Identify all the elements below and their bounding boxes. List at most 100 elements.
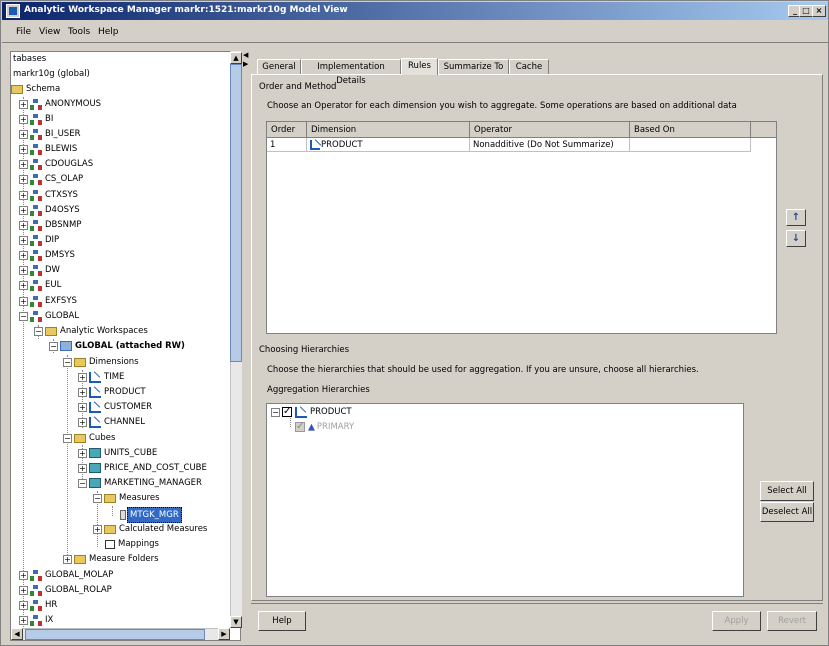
column-header-order[interactable]: Order: [267, 122, 307, 138]
tab-summarize-to[interactable]: Summarize To: [438, 59, 509, 74]
column-header-dimension[interactable]: Dimension: [307, 122, 470, 138]
scroll-down-icon[interactable]: ▼: [230, 616, 242, 628]
tree-item-schema-d4osys[interactable]: + D4OSYS: [19, 203, 82, 217]
tree-item-schema-hr[interactable]: + HR: [19, 598, 59, 612]
tree-item-schema-ix[interactable]: + IX: [19, 613, 55, 627]
menu-view[interactable]: View: [39, 27, 60, 37]
tree-item-dimension-channel[interactable]: + CHANNEL: [78, 415, 147, 429]
select-all-button[interactable]: Select All: [760, 481, 814, 501]
tree-item-databases[interactable]: tabases: [11, 52, 48, 66]
tree-item-schema-dmsys[interactable]: + DMSYS: [19, 248, 77, 262]
tree-item-calculated-measures[interactable]: + Calculated Measures: [93, 522, 209, 536]
expand-icon[interactable]: +: [19, 220, 28, 230]
expand-icon[interactable]: +: [19, 129, 28, 139]
title-bar[interactable]: Analytic Workspace Manager markr:1521:ma…: [2, 2, 828, 20]
rule-based-on-cell[interactable]: [630, 138, 751, 152]
expand-icon[interactable]: +: [19, 585, 28, 595]
collapse-icon[interactable]: −: [63, 433, 72, 443]
panel-splitter[interactable]: ◀ ▶: [243, 51, 249, 641]
tree-item-schema-anonymous[interactable]: + ANONYMOUS: [19, 97, 103, 111]
tree-item-schema-exfsys[interactable]: + EXFSYS: [19, 294, 79, 308]
tree-item-measure-folders[interactable]: + Measure Folders: [63, 552, 161, 566]
expand-icon[interactable]: +: [78, 417, 87, 427]
collapse-icon[interactable]: −: [34, 326, 43, 336]
tree-item-connection[interactable]: markr10g (global): [11, 67, 92, 81]
expand-icon[interactable]: +: [19, 159, 28, 169]
tree-item-cube-price-and-cost[interactable]: + PRICE_AND_COST_CUBE: [78, 461, 209, 475]
tree-item-schema-cs-olap[interactable]: + CS_OLAP: [19, 172, 85, 186]
expand-icon[interactable]: +: [19, 296, 28, 306]
hierarchy-dimension-product[interactable]: −PRODUCT: [271, 405, 354, 419]
expand-icon[interactable]: +: [78, 372, 87, 382]
column-header-operator[interactable]: Operator: [470, 122, 630, 138]
hierarchy-primary[interactable]: ▲PRIMARY: [295, 420, 356, 434]
tree-item-measure-mtgk-mgr[interactable]: MTGK_MGR: [120, 507, 182, 523]
tree-vertical-scroll-thumb[interactable]: [230, 64, 242, 362]
expand-icon[interactable]: +: [19, 174, 28, 184]
tree-item-schema-bi-user[interactable]: + BI_USER: [19, 127, 82, 141]
expand-icon[interactable]: +: [78, 402, 87, 412]
collapse-icon[interactable]: −: [19, 311, 28, 321]
collapse-icon[interactable]: −: [93, 493, 102, 503]
tree-item-cube-marketing-manager[interactable]: − MARKETING_MANAGER: [78, 476, 204, 490]
expand-icon[interactable]: +: [19, 265, 28, 275]
expand-icon[interactable]: +: [63, 554, 72, 564]
tab-cache[interactable]: Cache: [509, 59, 549, 74]
scroll-left-icon[interactable]: ◀: [11, 628, 23, 640]
scroll-up-icon[interactable]: ▲: [230, 52, 242, 64]
tree-item-schema-dbsnmp[interactable]: + DBSNMP: [19, 218, 83, 232]
expand-icon[interactable]: +: [19, 570, 28, 580]
primary-checkbox[interactable]: [295, 420, 305, 434]
maximize-button[interactable]: □: [799, 5, 813, 17]
tree-item-cubes[interactable]: − Cubes: [63, 431, 117, 445]
tree-item-mappings[interactable]: Mappings: [105, 537, 161, 551]
revert-button[interactable]: Revert: [767, 611, 817, 631]
expand-icon[interactable]: +: [19, 280, 28, 290]
expand-icon[interactable]: +: [19, 235, 28, 245]
tree-item-dimension-customer[interactable]: + CUSTOMER: [78, 400, 154, 414]
collapse-icon[interactable]: −: [49, 341, 58, 351]
collapse-icon[interactable]: −: [271, 407, 280, 417]
tree-item-analytic-workspaces[interactable]: − Analytic Workspaces: [34, 324, 150, 338]
menu-help[interactable]: Help: [98, 27, 119, 37]
tab-general[interactable]: General: [257, 59, 301, 74]
expand-icon[interactable]: +: [19, 190, 28, 200]
expand-icon[interactable]: +: [78, 387, 87, 397]
rule-dimension-cell[interactable]: PRODUCT: [307, 138, 470, 152]
rule-order-cell[interactable]: 1: [267, 138, 307, 152]
rules-table[interactable]: [266, 121, 777, 334]
tree-item-schema-blewis[interactable]: + BLEWIS: [19, 142, 79, 156]
expand-icon[interactable]: +: [19, 114, 28, 124]
menu-file[interactable]: File: [16, 27, 31, 37]
tree-item-schema-global[interactable]: − GLOBAL: [19, 309, 81, 323]
expand-right-icon[interactable]: ▶: [243, 60, 248, 68]
expand-icon[interactable]: +: [19, 144, 28, 154]
apply-button[interactable]: Apply: [712, 611, 761, 631]
tree-item-schema-dip[interactable]: + DIP: [19, 233, 61, 247]
expand-icon[interactable]: +: [19, 600, 28, 610]
expand-icon[interactable]: +: [19, 250, 28, 260]
expand-icon[interactable]: +: [78, 463, 87, 473]
expand-icon[interactable]: +: [19, 205, 28, 215]
menu-tools[interactable]: Tools: [68, 27, 90, 37]
collapse-icon[interactable]: −: [63, 357, 72, 367]
rule-operator-cell[interactable]: Nonadditive (Do Not Summarize): [470, 138, 630, 152]
move-down-button[interactable]: ↓: [786, 230, 806, 247]
tab-implementation-details[interactable]: Implementation Details: [301, 59, 401, 86]
tree-item-dimension-time[interactable]: + TIME: [78, 370, 126, 384]
tree-item-schema-global-rolap[interactable]: + GLOBAL_ROLAP: [19, 583, 114, 597]
tree-item-schema-dw[interactable]: + DW: [19, 263, 62, 277]
tree-item-schema-cdouglas[interactable]: + CDOUGLAS: [19, 157, 95, 171]
tree-item-schema-bi[interactable]: + BI: [19, 112, 55, 126]
tree-item-dimensions[interactable]: − Dimensions: [63, 355, 141, 369]
move-up-button[interactable]: ↑: [786, 209, 806, 226]
tab-rules[interactable]: Rules: [401, 58, 438, 75]
scroll-right-icon[interactable]: ▶: [218, 628, 230, 640]
tree-horizontal-scroll-thumb[interactable]: [25, 629, 205, 640]
tree-item-schema-ctxsys[interactable]: + CTXSYS: [19, 188, 80, 202]
tree-item-aw-global[interactable]: − GLOBAL (attached RW): [49, 339, 187, 353]
help-button[interactable]: Help: [258, 611, 306, 631]
deselect-all-button[interactable]: Deselect All: [760, 502, 814, 522]
tree-item-cube-units[interactable]: + UNITS_CUBE: [78, 446, 159, 460]
close-button[interactable]: ×: [812, 5, 826, 17]
